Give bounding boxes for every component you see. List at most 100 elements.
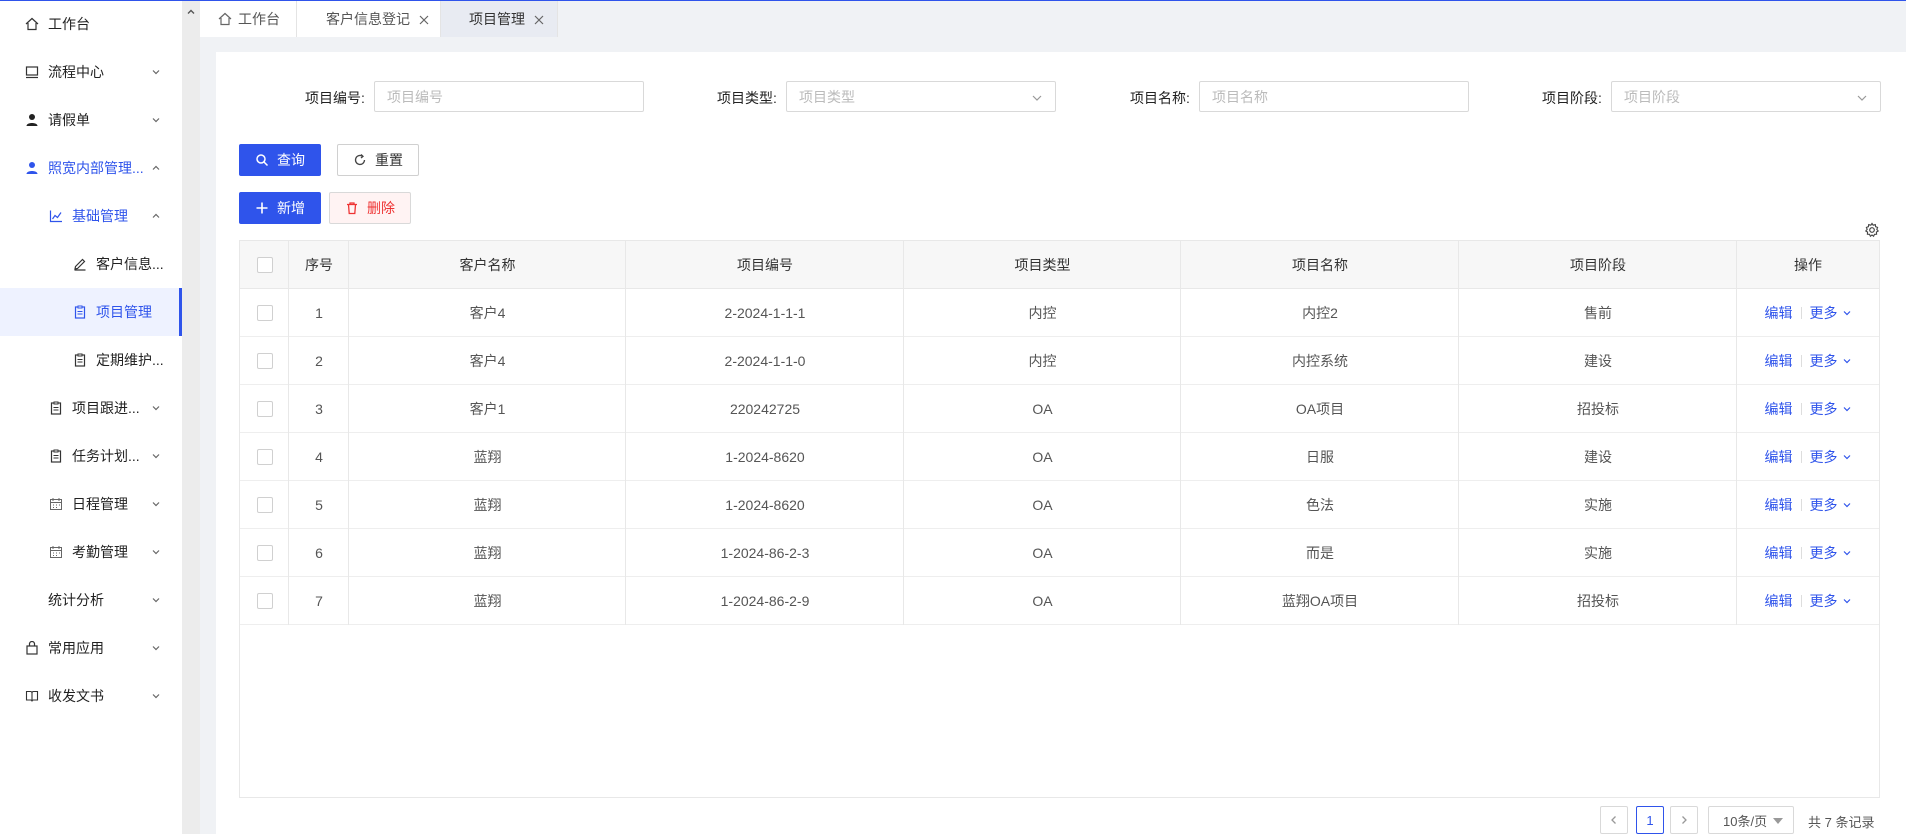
cell-project-name: 日服 <box>1306 449 1334 465</box>
project-type-label: 项目类型: <box>717 90 777 106</box>
edit-link[interactable]: 编辑 <box>1765 351 1793 371</box>
select-all-checkbox[interactable] <box>256 257 273 273</box>
sidebar-item-label: 照宽内部管理... <box>48 160 144 176</box>
edit-link[interactable]: 编辑 <box>1765 447 1793 467</box>
sidebar-item-internal-management[interactable]: 照宽内部管理... <box>0 144 182 192</box>
query-label: 查询 <box>277 152 305 168</box>
row-actions: 编辑 更多 <box>1737 337 1879 385</box>
table-row: 6 蓝翔 1-2024-86-2-3 OA 而是 实施 编辑 更多 <box>240 529 1879 577</box>
column-divider <box>1180 241 1181 625</box>
sidebar-scrollbar[interactable] <box>182 0 200 834</box>
row-checkbox[interactable] <box>256 401 273 417</box>
more-dropdown[interactable]: 更多 <box>1810 351 1852 371</box>
project-type-placeholder: 项目类型 <box>799 88 855 105</box>
project-type-select[interactable]: 项目类型 <box>786 81 1056 112</box>
gear-icon[interactable] <box>1864 222 1880 238</box>
cell-project-type: OA <box>1032 497 1053 513</box>
cell-project-name: OA项目 <box>1295 401 1345 417</box>
project-stage-select[interactable]: 项目阶段 <box>1611 81 1881 112</box>
reset-button[interactable]: 重置 <box>337 144 419 176</box>
add-button[interactable]: 新增 <box>239 192 321 224</box>
page-size-select[interactable]: 10条/页 <box>1708 806 1794 834</box>
prev-page-button[interactable] <box>1600 806 1628 834</box>
header-project-stage: 项目阶段 <box>1570 257 1626 273</box>
select-all-cell <box>240 241 289 289</box>
more-dropdown[interactable]: 更多 <box>1810 447 1852 467</box>
more-dropdown[interactable]: 更多 <box>1810 543 1852 563</box>
row-checkbox[interactable] <box>256 305 273 321</box>
action-divider <box>1800 499 1802 511</box>
column-divider <box>625 241 626 625</box>
tab-workbench[interactable]: 工作台 <box>200 1 297 37</box>
sidebar-item-common-apps[interactable]: 常用应用 <box>0 624 182 672</box>
edit-link[interactable]: 编辑 <box>1765 399 1793 419</box>
sidebar-item-attendance[interactable]: 考勤管理 <box>0 528 182 576</box>
more-dropdown[interactable]: 更多 <box>1810 495 1852 515</box>
add-label: 新增 <box>277 200 305 216</box>
action-divider <box>1800 307 1802 319</box>
row-index: 2 <box>315 353 323 369</box>
sidebar-item-schedule[interactable]: 日程管理 <box>0 480 182 528</box>
tab-project-management[interactable]: 项目管理 <box>441 1 558 37</box>
table-header: 序号 客户名称 项目编号 项目类型 项目名称 项目阶段 操作 <box>240 241 1879 289</box>
query-button[interactable]: 查询 <box>239 144 321 176</box>
next-page-button[interactable] <box>1670 806 1698 834</box>
sidebar-item-label: 常用应用 <box>48 640 104 656</box>
column-divider <box>1736 241 1737 625</box>
sidebar-item-leave-form[interactable]: 请假单 <box>0 96 182 144</box>
sidebar-item-project-management[interactable]: 项目管理 <box>0 288 182 336</box>
more-dropdown[interactable]: 更多 <box>1810 399 1852 419</box>
more-dropdown[interactable]: 更多 <box>1810 303 1852 323</box>
row-checkbox[interactable] <box>256 353 273 369</box>
cell-customer-name: 蓝翔 <box>473 497 502 513</box>
table-row: 2 客户4 2-2024-1-1-0 内控 内控系统 建设 编辑 更多 <box>240 337 1879 385</box>
cell-customer-name: 客户4 <box>469 353 506 369</box>
project-name-input[interactable] <box>1199 81 1469 112</box>
edit-link[interactable]: 编辑 <box>1765 543 1793 563</box>
chevron-down-icon <box>1842 353 1852 364</box>
project-name-field[interactable] <box>1212 88 1456 105</box>
edit-link[interactable]: 编辑 <box>1765 591 1793 611</box>
calendar-icon <box>48 544 64 560</box>
project-no-input[interactable] <box>374 81 644 112</box>
delete-button[interactable]: 删除 <box>329 192 411 224</box>
sidebar-item-task-plan[interactable]: 任务计划... <box>0 432 182 480</box>
close-icon[interactable] <box>533 13 545 25</box>
project-no-field[interactable] <box>387 88 631 105</box>
header-index: 序号 <box>305 257 333 273</box>
sidebar-item-customer-info[interactable]: 客户信息... <box>0 240 182 288</box>
sidebar-item-workbench[interactable]: 工作台 <box>0 0 182 48</box>
scroll-up-icon[interactable] <box>186 4 196 14</box>
row-select-cell <box>240 529 289 577</box>
row-actions: 编辑 更多 <box>1737 433 1879 481</box>
cell-project-no: 1-2024-8620 <box>725 449 805 465</box>
sidebar-item-periodic-maintenance[interactable]: 定期维护... <box>0 336 182 384</box>
sidebar-item-project-followup[interactable]: 项目跟进... <box>0 384 182 432</box>
sidebar-item-label: 请假单 <box>48 112 90 128</box>
chevron-down-icon <box>1842 449 1852 460</box>
sidebar-item-label: 任务计划... <box>72 448 140 464</box>
action-divider <box>1800 355 1802 367</box>
page-size-value: 10条/页 <box>1723 813 1768 829</box>
sidebar-item-process-center[interactable]: 流程中心 <box>0 48 182 96</box>
sidebar-item-documents[interactable]: 收发文书 <box>0 672 182 720</box>
tab-customer-info-registration[interactable]: 客户信息登记 <box>297 1 441 37</box>
sidebar-item-basic-management[interactable]: 基础管理 <box>0 192 182 240</box>
edit-link[interactable]: 编辑 <box>1765 303 1793 323</box>
row-checkbox[interactable] <box>256 545 273 561</box>
edit-icon <box>72 256 88 272</box>
more-dropdown[interactable]: 更多 <box>1810 591 1852 611</box>
sidebar-item-statistics[interactable]: 统计分析 <box>0 576 182 624</box>
edit-link[interactable]: 编辑 <box>1765 495 1793 515</box>
bag-icon <box>24 640 40 656</box>
close-icon[interactable] <box>418 13 430 25</box>
row-checkbox[interactable] <box>256 497 273 513</box>
row-actions: 编辑 更多 <box>1737 385 1879 433</box>
cell-project-type: OA <box>1032 545 1053 561</box>
cell-project-name: 蓝翔OA项目 <box>1281 593 1359 609</box>
cell-project-no: 2-2024-1-1-1 <box>724 305 806 321</box>
page-1-button[interactable]: 1 <box>1636 806 1664 834</box>
project-stage-placeholder: 项目阶段 <box>1624 88 1680 105</box>
row-checkbox[interactable] <box>256 449 273 465</box>
row-checkbox[interactable] <box>256 593 273 609</box>
